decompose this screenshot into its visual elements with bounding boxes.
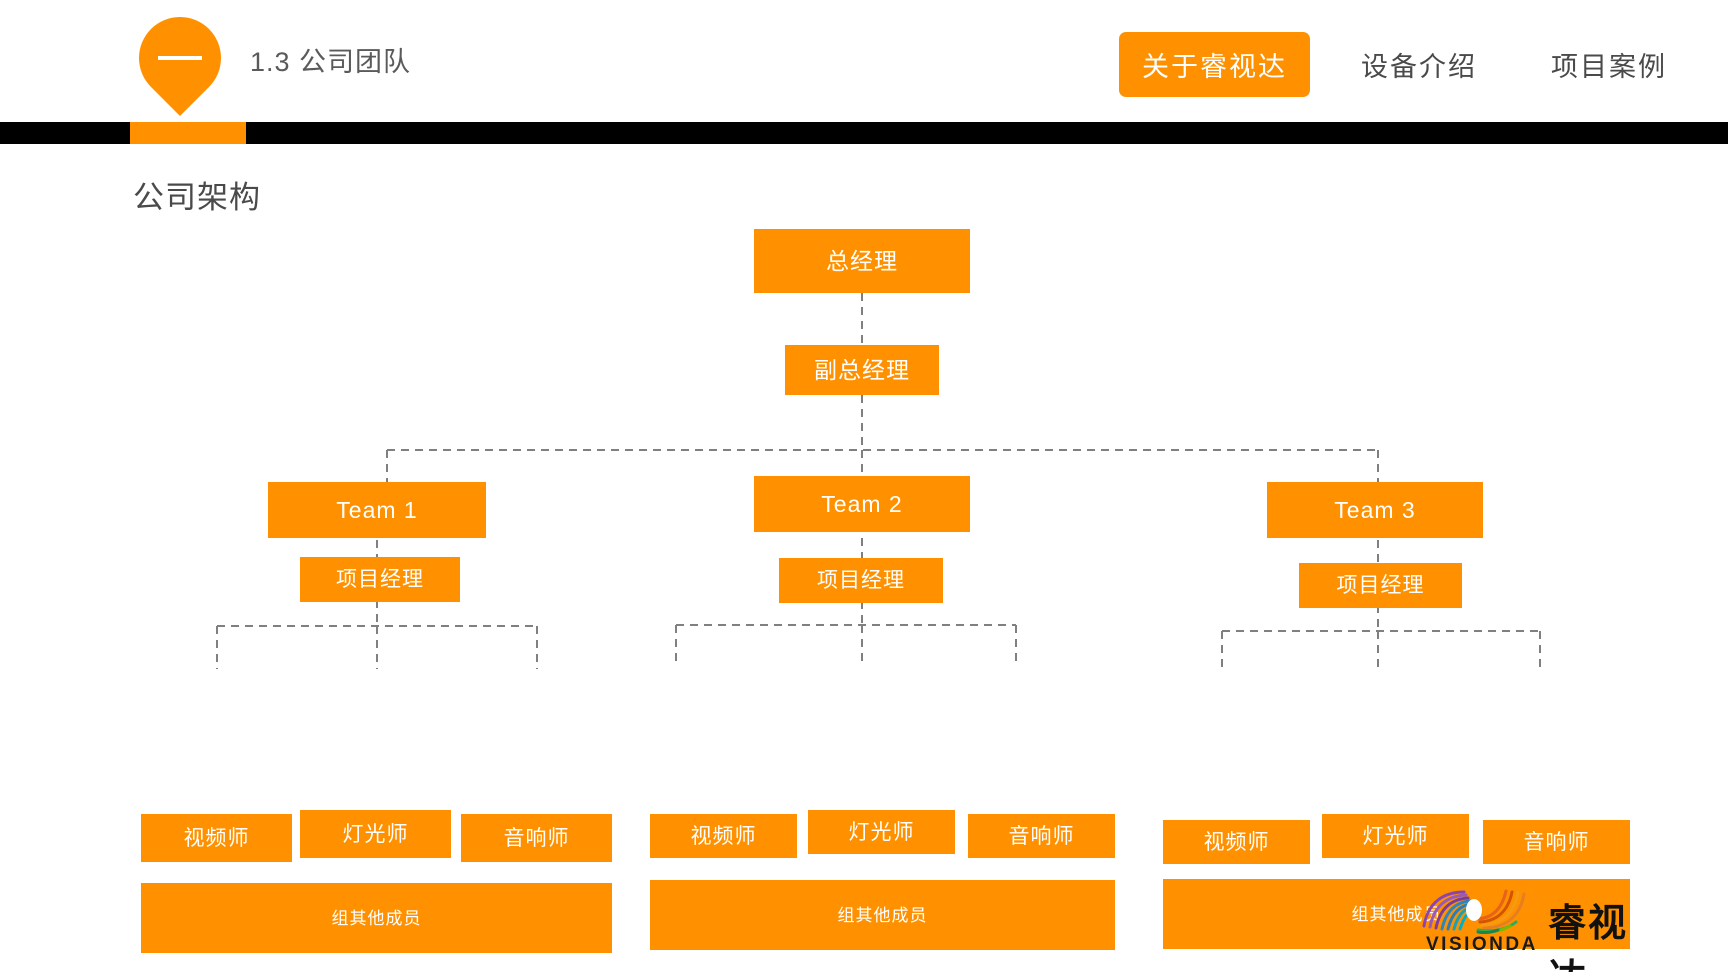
tab-about[interactable]: 关于睿视达	[1119, 32, 1310, 97]
page-title: 1.3 公司团队	[250, 47, 412, 77]
header-divider-bar	[0, 122, 1728, 144]
org-node-team-2-role-1[interactable]: 视频师	[650, 814, 797, 858]
logo-chinese-name: 睿视达	[1548, 900, 1629, 972]
org-node-team-3-role-3[interactable]: 音响师	[1483, 820, 1630, 864]
map-pin-icon	[122, 0, 238, 116]
org-node-team-1-manager[interactable]: 项目经理	[300, 557, 460, 602]
org-node-team-3-role-1[interactable]: 视频师	[1163, 820, 1310, 864]
org-node-ceo[interactable]: 总经理	[754, 229, 970, 293]
logo-wordmark: VISIONDA	[1426, 934, 1538, 955]
company-logo: VISIONDA 睿视达	[1418, 886, 1658, 972]
org-node-team-3[interactable]: Team 3	[1267, 482, 1483, 538]
org-node-team-1-others[interactable]: 组其他成员	[141, 883, 612, 953]
visionda-eye-logo-icon	[1422, 889, 1526, 934]
org-node-team-2-others[interactable]: 组其他成员	[650, 880, 1115, 950]
org-node-team-2-role-2[interactable]: 灯光师	[808, 810, 955, 854]
header-divider-accent	[130, 122, 246, 144]
org-node-team-1-role-2[interactable]: 灯光师	[300, 810, 451, 858]
org-chart: 总经理 副总经理 Team 1 项目经理 视频师 灯光师 音响师 组其他成员 T…	[0, 144, 1728, 972]
slide-root: 1.3 公司团队 关于睿视达 设备介绍 项目案例 公司架构 总经理 副总经理 T…	[0, 0, 1728, 972]
org-node-team-2[interactable]: Team 2	[754, 476, 970, 532]
org-node-team-3-manager[interactable]: 项目经理	[1299, 563, 1462, 608]
org-node-team-1-role-3[interactable]: 音响师	[461, 814, 612, 862]
tab-equipment[interactable]: 设备介绍	[1338, 32, 1500, 97]
nav-tabs: 关于睿视达 设备介绍 项目案例	[1091, 32, 1690, 97]
org-node-team-2-role-3[interactable]: 音响师	[968, 814, 1115, 858]
org-node-team-3-role-2[interactable]: 灯光师	[1322, 814, 1469, 858]
org-node-team-1-role-1[interactable]: 视频师	[141, 814, 292, 862]
slide-header: 1.3 公司团队 关于睿视达 设备介绍 项目案例	[0, 0, 1728, 122]
tab-projects[interactable]: 项目案例	[1528, 32, 1690, 97]
org-node-team-1[interactable]: Team 1	[268, 482, 486, 538]
org-node-vice-ceo[interactable]: 副总经理	[785, 345, 939, 395]
map-pin-dash	[158, 56, 202, 60]
org-node-team-2-manager[interactable]: 项目经理	[779, 558, 943, 603]
